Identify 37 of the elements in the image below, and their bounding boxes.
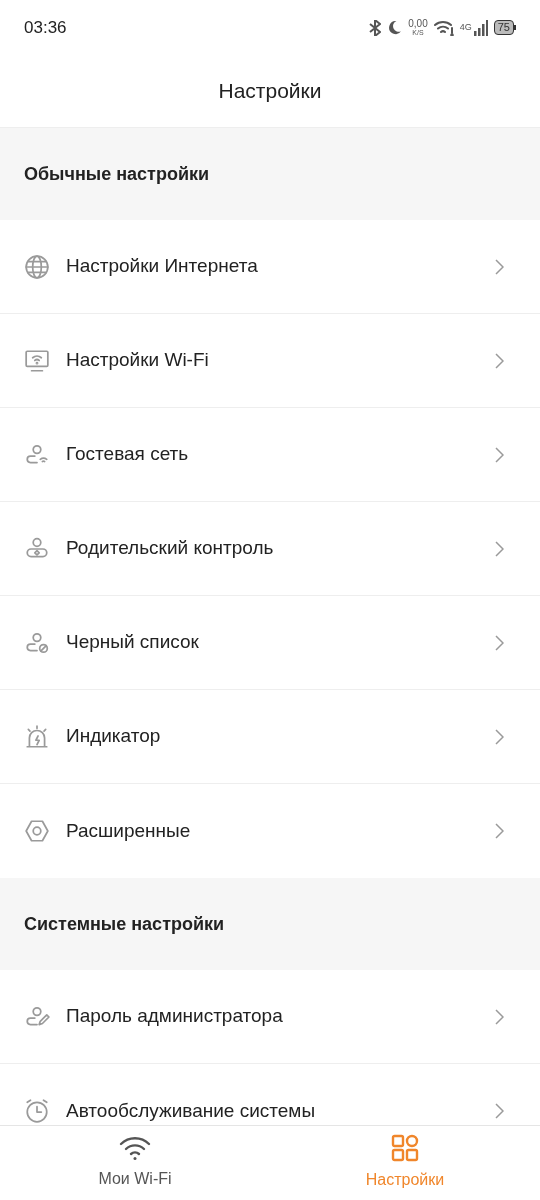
row-label: Автообслуживание системы (66, 1098, 317, 1123)
signal-icon (473, 19, 488, 36)
chevron-right-icon (494, 445, 504, 464)
row-label: Настройки Wi-Fi (66, 348, 210, 373)
chevron-right-icon (494, 1102, 504, 1120)
grid-icon (391, 1134, 419, 1162)
alarm-clock-icon (24, 1098, 50, 1124)
chevron-right-icon (494, 633, 504, 652)
globe-icon (24, 253, 50, 280)
battery-level: 75 (493, 20, 514, 35)
chevron-right-icon (494, 539, 504, 558)
network-speed: 0,00 (408, 18, 428, 28)
row-label: Гостевая сеть (66, 442, 190, 467)
wifi-icon (433, 19, 454, 36)
wifi-monitor-icon (24, 347, 50, 374)
chevron-right-icon (494, 1007, 504, 1026)
chevron-right-icon (494, 257, 504, 276)
row-label: Индикатор (66, 724, 162, 749)
row-label: Настройки Интернета (66, 254, 259, 279)
row-label: Черный список (66, 630, 200, 655)
section-header: Обычные настройки (0, 128, 540, 220)
page-title: Настройки (218, 78, 322, 105)
chevron-right-icon (494, 351, 504, 370)
moon-icon (387, 20, 403, 35)
chevron-right-icon (494, 822, 504, 840)
wifi-icon (119, 1135, 151, 1161)
row-label: Родительский контроль (66, 536, 275, 561)
row-label: Расширенные (66, 818, 192, 843)
chevron-right-icon (494, 727, 504, 746)
bluetooth-icon (369, 19, 382, 36)
status-time: 03:36 (24, 16, 67, 39)
row-label: Пароль администратора (66, 1004, 284, 1029)
hexagon-nut-icon (24, 818, 50, 844)
nav-tab[interactable]: Мои Wi-Fi (0, 1126, 270, 1200)
network-type: 4G (459, 20, 472, 34)
alarm-light-icon (24, 723, 50, 750)
section-header: Системные настройки (0, 878, 540, 970)
